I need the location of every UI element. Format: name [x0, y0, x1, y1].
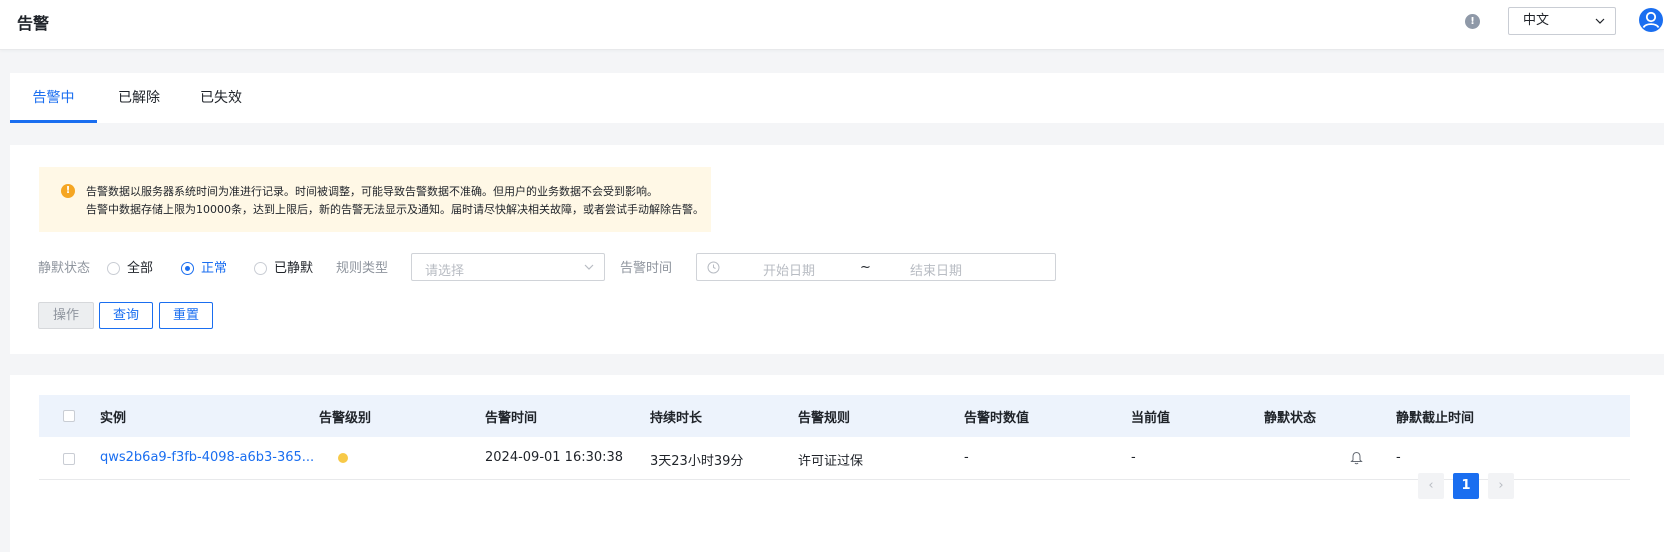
clock-icon [707, 261, 720, 274]
tab-label: 已解除 [118, 90, 160, 106]
filter-panel: ! 告警数据以服务器系统时间为准进行记录。时间被调整，可能导致告警数据不准确。但… [10, 145, 1664, 354]
reset-button[interactable]: 重置 [159, 302, 213, 329]
radio-normal[interactable] [181, 262, 194, 275]
pagination-page-1[interactable]: 1 [1453, 473, 1479, 499]
column-header-alarm-value: 告警时数值 [964, 411, 1030, 426]
duration-cell: 3天23小时39分 [650, 454, 744, 469]
action-button[interactable]: 操作 [38, 302, 94, 329]
start-date-input[interactable]: 开始日期 [763, 260, 815, 279]
radio-normal-label[interactable]: 正常 [201, 257, 227, 276]
radio-silenced-label[interactable]: 已静默 [274, 257, 313, 276]
rule-cell: 许可证过保 [798, 454, 864, 469]
status-tabs: 告警中 已解除 已失效 [10, 73, 1664, 123]
range-separator: ~ [860, 260, 871, 275]
alarm-time-label: 告警时间 [620, 261, 673, 276]
notice-line-1: 告警数据以服务器系统时间为准进行记录。时间被调整，可能导致告警数据不准确。但用户… [86, 185, 658, 198]
pagination-next-button[interactable]: › [1488, 473, 1514, 499]
column-header-silence-end: 静默截止时间 [1396, 411, 1475, 426]
radio-silenced[interactable] [254, 262, 267, 275]
column-header-current-value: 当前值 [1131, 411, 1171, 426]
column-header-instance: 实例 [100, 411, 127, 426]
tab-label: 已失效 [200, 90, 242, 106]
tab-resolved[interactable]: 已解除 [110, 73, 168, 123]
bell-icon[interactable] [1350, 451, 1363, 465]
silence-status-label: 静默状态 [38, 261, 91, 276]
column-header-level: 告警级别 [319, 411, 372, 426]
active-tab-indicator [10, 120, 97, 123]
column-header-rule: 告警规则 [798, 411, 851, 426]
date-range-picker[interactable]: 开始日期 ~ 结束日期 [696, 253, 1056, 281]
top-bar: 告警 ! 中文 [0, 0, 1664, 50]
notice-line-2: 告警中数据存储上限为10000条，达到上限后，新的告警无法显示及通知。届时请尽快… [86, 203, 704, 216]
rule-type-select[interactable]: 请选择 [411, 253, 605, 281]
chevron-down-icon [584, 264, 594, 270]
rule-type-placeholder: 请选择 [425, 264, 465, 279]
table-header: 实例 告警级别 告警时间 持续时长 告警规则 告警时数值 当前值 静默状态 静默… [39, 395, 1630, 437]
silence-end-cell: - [1396, 450, 1401, 465]
info-icon[interactable]: ! [1465, 14, 1480, 29]
tab-alarming[interactable]: 告警中 [10, 73, 97, 123]
tab-expired[interactable]: 已失效 [192, 73, 250, 123]
pagination-prev-button[interactable]: ‹ [1418, 473, 1444, 499]
rule-type-label: 规则类型 [336, 261, 389, 276]
alarm-value-cell: - [964, 450, 969, 465]
instance-link[interactable]: qws2b6a9-f3fb-4098-a6b3-365... [100, 450, 314, 465]
alarm-time-cell: 2024-09-01 16:30:38 [485, 450, 624, 465]
warning-icon: ! [61, 184, 75, 198]
user-avatar-icon[interactable] [1638, 7, 1664, 33]
query-button[interactable]: 查询 [99, 302, 153, 329]
column-header-silence-status: 静默状态 [1264, 411, 1317, 426]
row-checkbox[interactable] [63, 453, 75, 465]
alarm-table-panel: 实例 告警级别 告警时间 持续时长 告警规则 告警时数值 当前值 静默状态 静默… [10, 375, 1664, 552]
page-title: 告警 [17, 14, 50, 33]
column-header-duration: 持续时长 [650, 411, 703, 426]
language-select-value: 中文 [1523, 13, 1550, 28]
chevron-down-icon [1595, 18, 1605, 24]
radio-all[interactable] [107, 262, 120, 275]
table-row: qws2b6a9-f3fb-4098-a6b3-365... 2024-09-0… [39, 437, 1630, 480]
radio-all-label[interactable]: 全部 [127, 257, 153, 276]
tab-label: 告警中 [32, 90, 75, 106]
select-all-checkbox[interactable] [63, 410, 75, 422]
notice-banner: ! 告警数据以服务器系统时间为准进行记录。时间被调整，可能导致告警数据不准确。但… [39, 167, 711, 232]
alarm-level-indicator [338, 453, 348, 463]
column-header-alarm-time: 告警时间 [485, 411, 538, 426]
current-value-cell: - [1131, 450, 1136, 465]
language-select[interactable]: 中文 [1508, 7, 1616, 35]
end-date-input[interactable]: 结束日期 [910, 260, 962, 279]
